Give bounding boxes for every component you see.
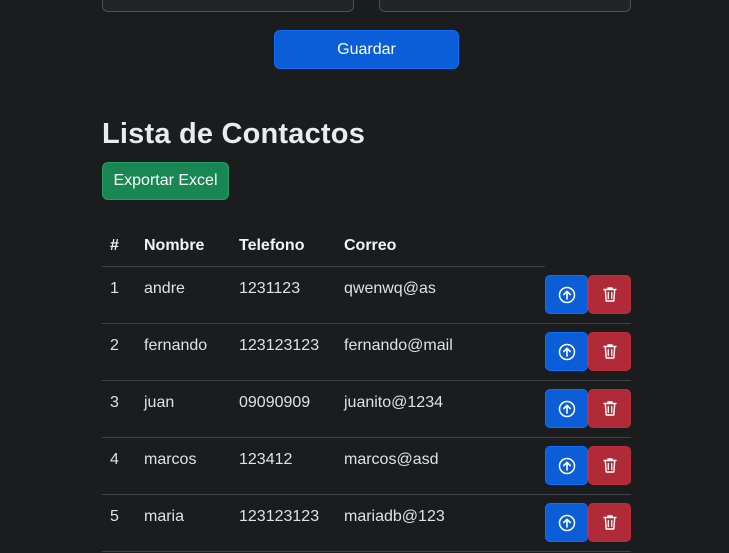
row-name: fernando	[144, 337, 208, 354]
arrow-up-circle-icon	[558, 343, 575, 360]
trash-icon	[602, 287, 617, 302]
delete-button[interactable]	[588, 503, 631, 542]
trash-icon	[602, 515, 617, 530]
row-phone: 123123123	[239, 337, 320, 354]
trash-icon	[602, 458, 617, 473]
row-phone: 123123123	[239, 508, 320, 525]
row-name: maria	[144, 508, 185, 525]
arrow-up-circle-icon	[558, 286, 575, 303]
row-phone: 1231123	[239, 280, 301, 297]
export-excel-button[interactable]: Exportar Excel	[102, 162, 229, 200]
table-row: 4 marcos 123412 marcos@asd	[102, 438, 631, 495]
row-name: andre	[144, 280, 185, 297]
row-name: marcos	[144, 451, 197, 468]
edit-button[interactable]	[545, 275, 588, 314]
arrow-up-circle-icon	[558, 400, 575, 417]
table-row: 2 fernando 123123123 fernando@mail	[102, 324, 631, 381]
delete-button[interactable]	[588, 332, 631, 371]
table-row: 3 juan 09090909 juanito@1234	[102, 381, 631, 438]
column-header-name: Nombre	[144, 237, 205, 254]
edit-button[interactable]	[545, 332, 588, 371]
table-row: 5 maria 123123123 mariadb@123	[102, 495, 631, 552]
row-number: 5	[110, 508, 119, 525]
page: Guardar Lista de Contactos Exportar Exce…	[0, 0, 729, 553]
row-email: fernando@mail	[344, 337, 453, 354]
trash-icon	[602, 401, 617, 416]
delete-button[interactable]	[588, 446, 631, 485]
row-email: qwenwq@as	[344, 280, 436, 297]
edit-button[interactable]	[545, 446, 588, 485]
delete-button[interactable]	[588, 275, 631, 314]
row-number: 3	[110, 394, 119, 411]
arrow-up-circle-icon	[558, 514, 575, 531]
column-header-number: #	[110, 237, 119, 254]
form-input-left[interactable]	[102, 0, 354, 12]
row-email: juanito@1234	[344, 394, 443, 411]
row-email: mariadb@123	[344, 508, 445, 525]
row-number: 4	[110, 451, 119, 468]
row-phone: 123412	[239, 451, 293, 468]
row-name: juan	[144, 394, 175, 411]
save-button[interactable]: Guardar	[274, 30, 459, 69]
row-number: 2	[110, 337, 119, 354]
column-header-phone: Telefono	[239, 237, 305, 254]
page-title: Lista de Contactos	[102, 118, 366, 150]
delete-button[interactable]	[588, 389, 631, 428]
edit-button[interactable]	[545, 503, 588, 542]
column-header-email: Correo	[344, 237, 397, 254]
row-number: 1	[110, 280, 119, 297]
row-phone: 09090909	[239, 394, 311, 411]
contacts-table: # Nombre Telefono Correo 1 andre 1231123…	[102, 226, 631, 552]
trash-icon	[602, 344, 617, 359]
arrow-up-circle-icon	[558, 457, 575, 474]
table-row: 1 andre 1231123 qwenwq@as	[102, 267, 631, 324]
edit-button[interactable]	[545, 389, 588, 428]
row-email: marcos@asd	[344, 451, 439, 468]
table-header: # Nombre Telefono Correo	[102, 226, 545, 267]
form-input-right[interactable]	[379, 0, 631, 12]
